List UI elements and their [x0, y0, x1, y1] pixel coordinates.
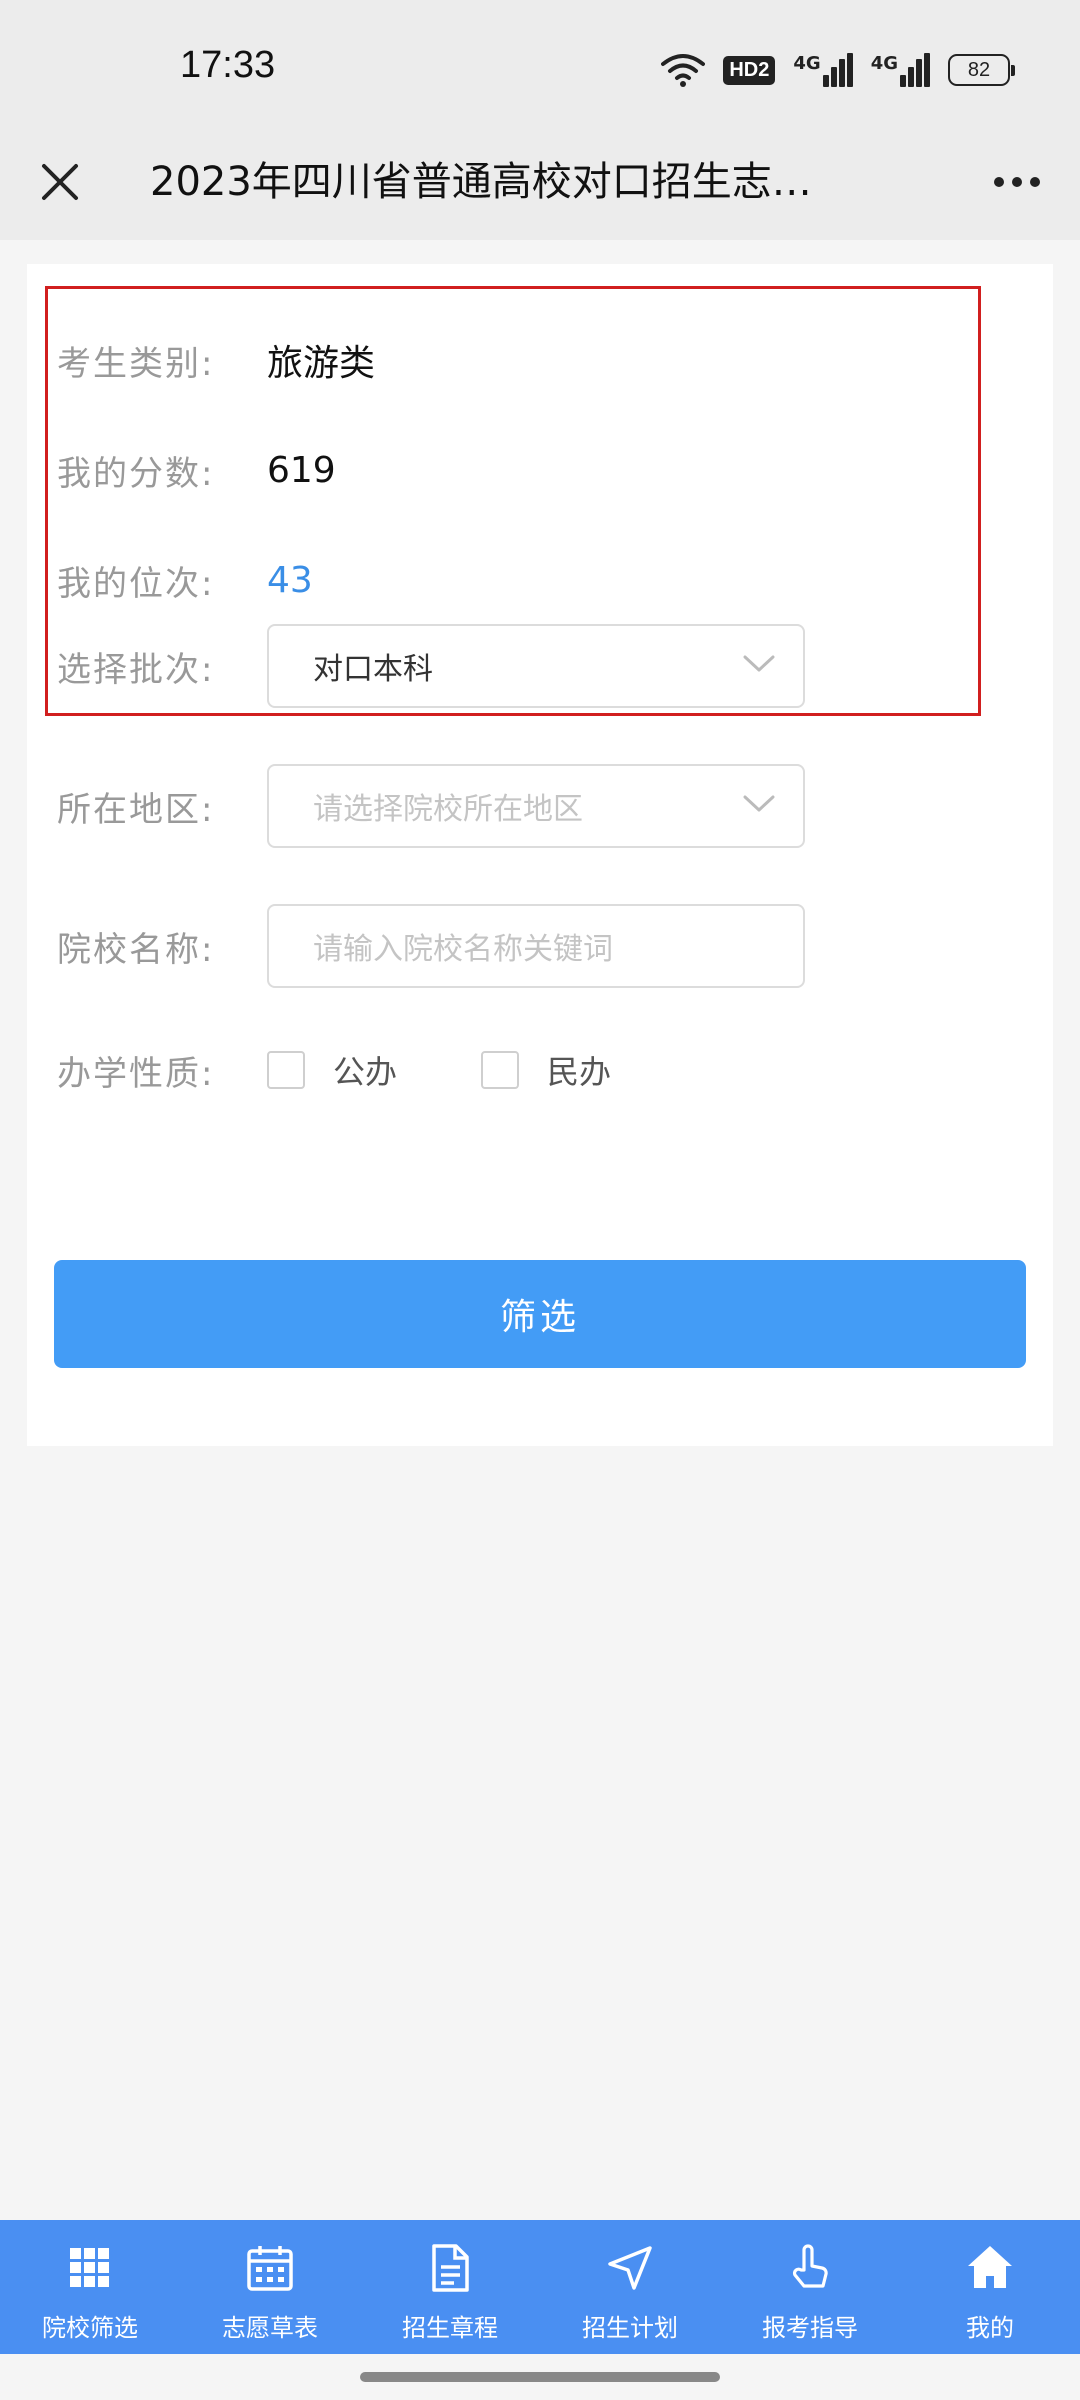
score-label: 我的分数:: [57, 453, 215, 494]
signal-icon: 4G: [793, 53, 853, 87]
private-checkbox[interactable]: [481, 1051, 520, 1089]
nav-label: 我的: [966, 2314, 1014, 2342]
nature-label: 办学性质:: [57, 1053, 215, 1094]
region-select[interactable]: 请选择院校所在地区: [267, 764, 805, 848]
network-label: 4G: [870, 53, 898, 74]
region-label: 所在地区:: [57, 789, 215, 830]
home-indicator[interactable]: [360, 2372, 720, 2382]
school-row: 院校名称: 请输入院校名称关键词: [57, 902, 805, 990]
school-name-input[interactable]: 请输入院校名称关键词: [267, 904, 805, 988]
grid-icon: [70, 2248, 109, 2287]
home-icon: [968, 2246, 1012, 2288]
category-label: 考生类别:: [57, 343, 215, 384]
private-checkbox-option[interactable]: 民办: [481, 1047, 611, 1093]
school-label: 院校名称:: [57, 929, 215, 970]
status-icons: HD2 4G 4G 82: [661, 48, 1015, 92]
nav-item-mine[interactable]: 我的: [900, 2220, 1080, 2354]
category-row: 考生类别: 旅游类: [57, 318, 375, 402]
nav-label: 院校筛选: [42, 2314, 138, 2342]
score-row: 我的分数: 619: [57, 428, 336, 512]
filter-button[interactable]: 筛选: [54, 1260, 1026, 1368]
nav-item-school-filter[interactable]: 院校筛选: [0, 2220, 180, 2354]
batch-select[interactable]: 对口本科: [267, 624, 805, 708]
rank-row: 我的位次: 43: [57, 538, 313, 622]
calendar-icon: [247, 2246, 293, 2291]
chevron-down-icon: [743, 795, 775, 812]
nav-item-guide[interactable]: 报考指导: [720, 2220, 900, 2354]
page-title: 2023年四川省普通高校对口招生志…: [150, 159, 812, 205]
close-icon: [42, 164, 78, 200]
nature-row: 办学性质: 公办 民办: [57, 1028, 611, 1112]
chevron-down-icon: [743, 655, 775, 672]
status-bar: 17:33 HD2 4G 4G 82: [0, 0, 1080, 130]
close-button[interactable]: [28, 150, 92, 214]
filter-card: 考生类别: 旅游类 我的分数: 619 我的位次: 43 选择批次: 对口本科 …: [27, 264, 1053, 1446]
status-time: 17:33: [180, 44, 276, 86]
navigation-icon: [608, 2246, 652, 2290]
more-button[interactable]: [982, 150, 1052, 214]
batch-row: 选择批次: 对口本科: [57, 622, 805, 710]
title-bar: 2023年四川省普通高校对口招生志…: [0, 130, 1080, 240]
network-label: 4G: [793, 53, 821, 74]
signal-icon: 4G: [871, 53, 930, 87]
nav-label: 招生计划: [582, 2314, 678, 2342]
batch-label: 选择批次:: [57, 649, 215, 690]
wifi-icon: [661, 54, 706, 87]
nav-label: 招生章程: [402, 2314, 498, 2342]
public-checkbox[interactable]: [267, 1051, 305, 1089]
batch-selected-value: 对口本科: [313, 652, 433, 687]
hd-icon: HD2: [723, 55, 776, 85]
nav-item-draft[interactable]: 志愿草表: [180, 2220, 360, 2354]
public-label: 公办: [333, 1053, 398, 1091]
bottom-nav: 院校筛选 志愿草表 招生章程 招生计划 报考指导 我的: [0, 2220, 1080, 2354]
region-placeholder: 请选择院校所在地区: [313, 792, 583, 827]
private-label: 民办: [547, 1053, 612, 1091]
public-checkbox-option[interactable]: 公办: [267, 1047, 397, 1093]
school-placeholder: 请输入院校名称关键词: [313, 932, 613, 967]
nav-label: 志愿草表: [222, 2314, 318, 2342]
document-icon: [432, 2244, 469, 2292]
rank-label: 我的位次:: [57, 563, 215, 604]
more-icon: [994, 177, 1004, 187]
battery-icon: 82: [948, 54, 1015, 86]
rank-value: 43: [267, 559, 313, 601]
region-row: 所在地区: 请选择院校所在地区: [57, 762, 805, 850]
pointer-hand-icon: [792, 2244, 828, 2288]
nav-item-charter[interactable]: 招生章程: [360, 2220, 540, 2354]
score-value: 619: [267, 449, 336, 491]
nav-item-plan[interactable]: 招生计划: [540, 2220, 720, 2354]
nav-label: 报考指导: [762, 2314, 858, 2342]
category-value: 旅游类: [267, 343, 376, 384]
